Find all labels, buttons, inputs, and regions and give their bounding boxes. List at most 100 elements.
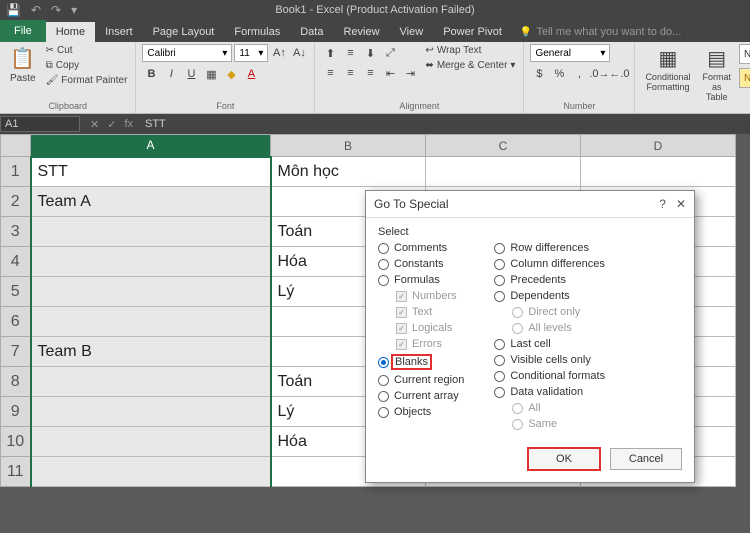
column-header-c[interactable]: C [426,135,581,157]
format-as-table-button[interactable]: ▤ Format as Table [698,44,735,105]
font-name-select[interactable]: Calibri▾ [142,44,232,62]
underline-button[interactable]: U [182,65,200,83]
row-header[interactable]: 10 [1,427,31,457]
redo-icon[interactable]: ↷ [51,3,61,17]
cell[interactable] [31,307,271,337]
tab-view[interactable]: View [390,22,434,42]
cell[interactable] [426,157,581,187]
row-header[interactable]: 2 [1,187,31,217]
radio-dependents[interactable]: Dependents [494,290,605,302]
radio-visible-cells[interactable]: Visible cells only [494,354,605,366]
undo-icon[interactable]: ↶ [31,3,41,17]
increase-decimal-icon[interactable]: .0→ [590,65,608,83]
paste-button[interactable]: 📋 Paste [6,44,40,86]
cell[interactable] [31,427,271,457]
column-header-d[interactable]: D [581,135,736,157]
cell[interactable]: Team A [31,187,271,217]
tab-power-pivot[interactable]: Power Pivot [433,22,512,42]
increase-font-icon[interactable]: A↑ [270,44,288,62]
tab-data[interactable]: Data [290,22,333,42]
font-size-select[interactable]: 11▾ [234,44,268,62]
copy-button[interactable]: ⧉Copy [44,59,130,72]
row-header[interactable]: 6 [1,307,31,337]
align-bottom-icon[interactable]: ⬇ [361,44,379,62]
wrap-text-button[interactable]: ↩Wrap Text [423,44,517,57]
comma-icon[interactable]: , [570,65,588,83]
merge-center-button[interactable]: ⬌Merge & Center ▾ [423,59,517,72]
close-icon[interactable]: ✕ [676,197,686,211]
radio-current-region[interactable]: Current region [378,374,464,386]
indent-increase-icon[interactable]: ⇥ [401,64,419,82]
select-all-corner[interactable] [1,135,31,157]
ok-button[interactable]: OK [528,448,600,470]
row-header[interactable]: 11 [1,457,31,487]
decrease-font-icon[interactable]: A↓ [290,44,308,62]
column-header-a[interactable]: A [31,135,271,157]
cell[interactable]: Môn học [271,157,426,187]
cell[interactable] [31,277,271,307]
radio-precedents[interactable]: Precedents [494,274,605,286]
align-right-icon[interactable]: ≡ [361,64,379,82]
orientation-icon[interactable]: ⤢ [381,44,399,62]
radio-last-cell[interactable]: Last cell [494,338,605,350]
row-header[interactable]: 1 [1,157,31,187]
format-painter-button[interactable]: 🖌Format Painter [44,74,130,87]
radio-constants[interactable]: Constants [378,258,464,270]
radio-current-array[interactable]: Current array [378,390,464,402]
border-button[interactable]: ▦ [202,65,220,83]
align-top-icon[interactable]: ⬆ [321,44,339,62]
radio-comments[interactable]: Comments [378,242,464,254]
column-header-b[interactable]: B [271,135,426,157]
tell-me-search[interactable]: 💡 Tell me what you want to do... [512,22,689,42]
cell[interactable] [31,367,271,397]
tab-review[interactable]: Review [333,22,389,42]
enter-formula-icon[interactable]: ✓ [107,118,116,131]
align-center-icon[interactable]: ≡ [341,64,359,82]
fill-color-button[interactable]: ◆ [222,65,240,83]
font-color-button[interactable]: A [242,65,260,83]
tab-file[interactable]: File [0,20,46,42]
tab-formulas[interactable]: Formulas [224,22,290,42]
radio-row-differences[interactable]: Row differences [494,242,605,254]
cancel-formula-icon[interactable]: ✕ [90,118,99,131]
row-header[interactable]: 3 [1,217,31,247]
radio-column-differences[interactable]: Column differences [494,258,605,270]
cell[interactable]: Team B [31,337,271,367]
cell[interactable] [31,457,271,487]
row-header[interactable]: 8 [1,367,31,397]
cut-button[interactable]: ✂Cut [44,44,130,57]
tab-insert[interactable]: Insert [95,22,143,42]
italic-button[interactable]: I [162,65,180,83]
radio-objects[interactable]: Objects [378,406,464,418]
cell[interactable] [31,397,271,427]
tab-home[interactable]: Home [46,22,95,42]
row-header[interactable]: 5 [1,277,31,307]
radio-conditional-formats[interactable]: Conditional formats [494,370,605,382]
radio-data-validation[interactable]: Data validation [494,386,605,398]
align-left-icon[interactable]: ≡ [321,64,339,82]
name-box[interactable]: A1 [0,116,80,132]
formula-input[interactable]: STT [139,118,750,130]
cell[interactable]: STT [31,157,271,187]
cell-style-neutral[interactable]: Neutral [739,68,750,88]
dialog-titlebar[interactable]: Go To Special ? ✕ [366,191,694,218]
number-format-select[interactable]: General▾ [530,44,610,62]
radio-blanks[interactable]: Blanks [378,354,464,370]
row-header[interactable]: 4 [1,247,31,277]
radio-formulas[interactable]: Formulas [378,274,464,286]
fx-icon[interactable]: fx [124,118,133,131]
percent-icon[interactable]: % [550,65,568,83]
decrease-decimal-icon[interactable]: ←.0 [610,65,628,83]
cell[interactable] [581,157,736,187]
tab-page-layout[interactable]: Page Layout [143,22,225,42]
cancel-button[interactable]: Cancel [610,448,682,470]
conditional-formatting-button[interactable]: ▦ Conditional Formatting [641,44,694,95]
save-icon[interactable]: 💾 [6,3,21,17]
currency-icon[interactable]: $ [530,65,548,83]
qat-dropdown-icon[interactable]: ▾ [71,3,77,17]
cell[interactable] [31,247,271,277]
cell[interactable] [31,217,271,247]
help-icon[interactable]: ? [659,197,666,211]
indent-decrease-icon[interactable]: ⇤ [381,64,399,82]
align-middle-icon[interactable]: ≡ [341,44,359,62]
